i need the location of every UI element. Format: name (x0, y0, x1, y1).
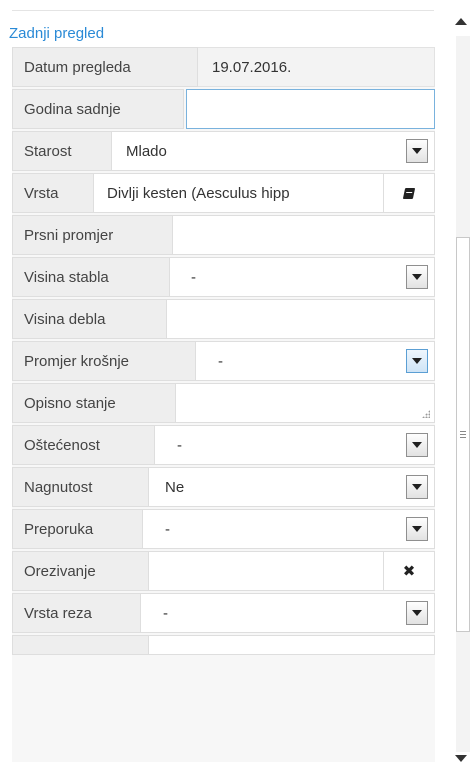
godina-sadnje-input[interactable] (187, 90, 434, 128)
vrsta-reza-dropdown-button[interactable] (406, 601, 428, 625)
vertical-scrollbar[interactable] (452, 0, 472, 762)
label-visina-stabla: Visina stabla (12, 257, 170, 297)
preporuka-dropdown-button[interactable] (406, 517, 428, 541)
row-godina-sadnje: Godina sadnje (12, 89, 435, 129)
vrsta-reza-value: - (163, 604, 168, 622)
datum-pregleda-value: 19.07.2016. (212, 58, 292, 76)
top-divider (12, 10, 434, 11)
prsni-promjer-input[interactable] (173, 216, 434, 254)
row-preporuka: Preporuka - (12, 509, 435, 549)
scroll-up-icon[interactable] (455, 18, 467, 25)
label-starost: Starost (12, 131, 112, 171)
starost-select[interactable]: Mlado (112, 131, 435, 171)
orezivanje-clear-button[interactable]: ✖ (383, 552, 434, 590)
nagnutost-dropdown-button[interactable] (406, 475, 428, 499)
book-icon (402, 187, 416, 199)
row-prsni-promjer: Prsni promjer (12, 215, 435, 255)
grip-icon (460, 431, 466, 438)
orezivanje-input[interactable] (149, 552, 384, 590)
row-nagnutost: Nagnutost Ne (12, 467, 435, 507)
row-opisno-stanje: Opisno stanje (12, 383, 435, 423)
label-opisno-stanje: Opisno stanje (12, 383, 176, 423)
starost-dropdown-button[interactable] (406, 139, 428, 163)
label-datum-pregleda: Datum pregleda (12, 47, 198, 87)
visina-debla-input[interactable] (167, 300, 434, 338)
ostecenost-select[interactable]: - (155, 425, 435, 465)
prsni-promjer-field[interactable] (173, 215, 435, 255)
row-visina-stabla: Visina stabla - (12, 257, 435, 297)
promjer-krosnje-dropdown-button[interactable] (406, 349, 428, 373)
label-promjer-krosnje: Promjer krošnje (12, 341, 196, 381)
vrsta-field[interactable]: Divlji kesten (Aesculus hipp (94, 173, 435, 213)
label-preporuka: Preporuka (12, 509, 143, 549)
chevron-down-icon (412, 610, 422, 616)
vrsta-lookup-button[interactable] (383, 174, 434, 212)
label-orezivanje: Orezivanje (12, 551, 149, 591)
row-datum-pregleda: Datum pregleda 19.07.2016. (12, 47, 435, 87)
datum-pregleda-value-box: 19.07.2016. (198, 47, 435, 87)
row-promjer-krosnje: Promjer krošnje - (12, 341, 435, 381)
opisno-stanje-textarea[interactable] (176, 383, 435, 423)
label-vrsta-reza: Vrsta reza (12, 593, 141, 633)
scroll-down-icon[interactable] (455, 755, 467, 762)
scroll-thumb[interactable] (456, 237, 470, 632)
visina-stabla-select[interactable]: - (170, 257, 435, 297)
inspection-form: Datum pregleda 19.07.2016. Godina sadnje… (12, 47, 435, 762)
chevron-down-icon (412, 358, 422, 364)
nagnutost-value: Ne (165, 478, 185, 496)
label-godina-sadnje: Godina sadnje (12, 89, 184, 129)
chevron-down-icon (412, 526, 422, 532)
ostecenost-value: - (177, 436, 182, 454)
chevron-down-icon (412, 484, 422, 490)
godina-sadnje-field[interactable] (186, 89, 435, 129)
promjer-krosnje-select[interactable]: - (196, 341, 435, 381)
starost-value: Mlado (126, 142, 167, 160)
label-visina-debla: Visina debla (12, 299, 167, 339)
nagnutost-select[interactable]: Ne (149, 467, 435, 507)
section-title: Zadnji pregled (9, 25, 105, 42)
chevron-down-icon (412, 148, 422, 154)
visina-debla-field[interactable] (167, 299, 435, 339)
label-partial (12, 635, 149, 655)
ostecenost-dropdown-button[interactable] (406, 433, 428, 457)
chevron-down-icon (412, 274, 422, 280)
visina-stabla-value: - (191, 268, 196, 286)
visina-stabla-dropdown-button[interactable] (406, 265, 428, 289)
row-ostecenost: Oštećenost - (12, 425, 435, 465)
orezivanje-field[interactable]: ✖ (149, 551, 435, 591)
preporuka-select[interactable]: - (143, 509, 435, 549)
row-starost: Starost Mlado (12, 131, 435, 171)
vrsta-reza-select[interactable]: - (141, 593, 435, 633)
partial-field (149, 635, 435, 655)
vrsta-value: Divlji kesten (Aesculus hipp (107, 184, 290, 202)
label-nagnutost: Nagnutost (12, 467, 149, 507)
row-visina-debla: Visina debla (12, 299, 435, 339)
label-ostecenost: Oštećenost (12, 425, 155, 465)
row-partial (12, 635, 435, 655)
row-vrsta: Vrsta Divlji kesten (Aesculus hipp (12, 173, 435, 213)
row-orezivanje: Orezivanje ✖ (12, 551, 435, 591)
preporuka-value: - (165, 520, 170, 538)
promjer-krosnje-value: - (218, 352, 223, 370)
chevron-down-icon (412, 442, 422, 448)
opisno-stanje-input[interactable] (176, 384, 434, 422)
close-icon: ✖ (402, 563, 416, 580)
label-prsni-promjer: Prsni promjer (12, 215, 173, 255)
label-vrsta: Vrsta (12, 173, 94, 213)
row-vrsta-reza: Vrsta reza - (12, 593, 435, 633)
